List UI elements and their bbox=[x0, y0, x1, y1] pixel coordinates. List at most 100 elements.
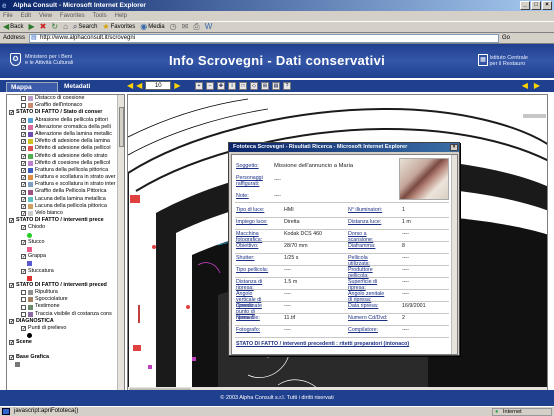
layer-checkbox[interactable]: ✓ bbox=[21, 326, 26, 332]
popup-titlebar[interactable]: Fototeca Scrovegni - Risultati Ricerca -… bbox=[229, 143, 459, 152]
layer-row[interactable]: ✓ Lacuna della lamina metallica bbox=[7, 196, 124, 203]
refresh-button[interactable]: ↻ bbox=[51, 23, 58, 31]
minimize-icon[interactable]: _ bbox=[520, 1, 530, 10]
popup-scrollbar[interactable] bbox=[451, 155, 457, 354]
full-extent-icon[interactable]: □ bbox=[239, 82, 247, 90]
layer-row[interactable] bbox=[7, 246, 124, 253]
layer-checkbox[interactable] bbox=[21, 103, 26, 109]
back-button[interactable]: ◀ Back bbox=[3, 23, 24, 31]
layer-checkbox[interactable]: ✓ bbox=[9, 110, 14, 116]
layer-checkbox[interactable]: ✓ bbox=[21, 203, 26, 209]
pan-icon[interactable]: ✥ bbox=[217, 82, 225, 90]
help-icon[interactable]: ? bbox=[283, 82, 291, 90]
print-map-icon[interactable]: ▤ bbox=[272, 82, 280, 90]
layer-row[interactable] bbox=[7, 275, 124, 282]
mail-button[interactable]: ✉ bbox=[182, 23, 189, 31]
layer-row[interactable] bbox=[7, 347, 124, 354]
zoom-out-icon[interactable]: − bbox=[206, 82, 214, 90]
layer-checkbox[interactable] bbox=[21, 297, 26, 303]
layer-row[interactable]: ✓ Frattura e scollatura in strato inter bbox=[7, 181, 124, 188]
home-button[interactable]: ⌂ bbox=[63, 23, 68, 31]
tab-mappa[interactable]: Mappa bbox=[6, 82, 58, 92]
zoom-in-icon[interactable]: + bbox=[195, 82, 203, 90]
history-button[interactable]: ◷ bbox=[170, 23, 177, 31]
layer-list-scrollbar[interactable] bbox=[117, 95, 124, 399]
layer-row[interactable]: Graffio dell'intonaco bbox=[7, 102, 124, 109]
layer-row[interactable]: ✓ Lacuna della pellicola pittorica bbox=[7, 203, 124, 210]
layer-checkbox[interactable]: ✓ bbox=[9, 340, 14, 346]
menu-help[interactable]: Help bbox=[115, 11, 127, 21]
layer-row[interactable]: ✓ Grappa bbox=[7, 253, 124, 260]
layer-checkbox[interactable]: ✓ bbox=[21, 196, 26, 202]
layer-row[interactable]: ✓ Frattura della pellicola pittorica bbox=[7, 167, 124, 174]
popup-close-icon[interactable]: × bbox=[450, 144, 458, 151]
layer-row[interactable]: ✓ Stucco bbox=[7, 239, 124, 246]
layer-checkbox[interactable]: ✓ bbox=[21, 167, 26, 173]
favorites-button[interactable]: ★ Favorites bbox=[102, 23, 135, 31]
next-page-icon[interactable]: ▶ bbox=[174, 81, 180, 90]
first-page-icon[interactable]: ◀ bbox=[127, 81, 133, 90]
layer-row[interactable]: ✓ STATO DI FATTO / interventi prece bbox=[7, 217, 124, 224]
media-button[interactable]: ◉ Media bbox=[140, 23, 164, 31]
layer-row[interactable]: ✓ Alterazione della lamina metallic bbox=[7, 131, 124, 138]
layer-row[interactable]: ✓ Abrasione della pellicola pittori bbox=[7, 117, 124, 124]
menu-tools[interactable]: Tools bbox=[93, 11, 107, 21]
layer-row[interactable]: Ripulitura bbox=[7, 289, 124, 296]
layer-row[interactable]: ✓ STATO DI FATTO / Stato di conser bbox=[7, 109, 124, 116]
layer-row[interactable]: ✓ Graffio della Pellicola Pittorica bbox=[7, 188, 124, 195]
close-icon[interactable]: × bbox=[542, 1, 552, 10]
maximize-icon[interactable]: □ bbox=[531, 1, 541, 10]
layer-checkbox[interactable]: ✓ bbox=[21, 124, 26, 130]
layer-checkbox[interactable]: ✓ bbox=[21, 160, 26, 166]
layer-row[interactable]: ✓ Difetto di adesione dello strato bbox=[7, 153, 124, 160]
menu-file[interactable]: File bbox=[3, 11, 13, 21]
prev-page-icon[interactable]: ◀ bbox=[136, 81, 142, 90]
menu-favorites[interactable]: Favorites bbox=[60, 11, 85, 21]
layer-checkbox[interactable] bbox=[21, 290, 26, 296]
layer-row[interactable]: Sgocciolature bbox=[7, 296, 124, 303]
layer-row[interactable]: ✓ Stuccatura bbox=[7, 268, 124, 275]
layer-row[interactable]: ✓ Punti di prelievo bbox=[7, 325, 124, 332]
layer-row[interactable] bbox=[7, 260, 124, 267]
forward-button[interactable]: ▶ bbox=[29, 23, 35, 31]
layer-row[interactable] bbox=[7, 232, 124, 239]
layer-row[interactable]: ✓ STATO DI FATTO / interventi preced bbox=[7, 282, 124, 289]
layer-row[interactable]: ✓ Alterazione cromatica della pelli bbox=[7, 124, 124, 131]
pan-right-icon[interactable]: ▶ bbox=[534, 81, 540, 90]
layer-checkbox[interactable]: ✓ bbox=[9, 282, 14, 288]
edit-button[interactable]: W bbox=[205, 23, 213, 31]
print-button[interactable]: ⎙ bbox=[193, 23, 199, 31]
layer-checkbox[interactable]: ✓ bbox=[21, 153, 26, 159]
layer-checkbox[interactable]: ✓ bbox=[21, 132, 26, 138]
go-button[interactable]: Go bbox=[502, 35, 510, 41]
window-titlebar[interactable]: e Alpha Consult - Microsoft Internet Exp… bbox=[0, 0, 554, 11]
layer-checkbox[interactable]: ✓ bbox=[21, 254, 26, 260]
layer-checkbox[interactable]: ✓ bbox=[21, 175, 26, 181]
layer-row[interactable]: ✓ Difetto di adesione della lamina bbox=[7, 138, 124, 145]
layer-row[interactable]: ✓ Difetto di coesione della pellicol bbox=[7, 160, 124, 167]
menu-view[interactable]: View bbox=[39, 11, 52, 21]
layer-checkbox[interactable]: ✓ bbox=[21, 225, 26, 231]
layer-checkbox[interactable] bbox=[21, 96, 26, 102]
layer-row[interactable]: ✓ Scene bbox=[7, 339, 124, 346]
stop-button[interactable]: ✖ bbox=[40, 23, 47, 31]
menu-edit[interactable]: Edit bbox=[21, 11, 31, 21]
layer-row[interactable]: Traccia visibile di costanza cons bbox=[7, 311, 124, 318]
info-icon[interactable]: i bbox=[228, 82, 236, 90]
fresco-photo-thumbnail[interactable] bbox=[399, 158, 449, 200]
search-button[interactable]: ⌕ Search bbox=[73, 23, 98, 31]
scrollbar-thumb[interactable] bbox=[119, 107, 124, 147]
layer-row[interactable]: ✓ Velo bianco bbox=[7, 210, 124, 217]
layer-checkbox[interactable]: ✓ bbox=[21, 211, 26, 217]
layer-checkbox[interactable]: ✓ bbox=[21, 146, 26, 152]
layer-row[interactable] bbox=[7, 332, 124, 339]
layer-checkbox[interactable]: ✓ bbox=[21, 182, 26, 188]
layer-checkbox[interactable]: ✓ bbox=[21, 139, 26, 145]
layer-checkbox[interactable]: ✓ bbox=[21, 268, 26, 274]
layer-row[interactable]: ✓ Chiodo bbox=[7, 224, 124, 231]
stato-di-fatto-link[interactable]: STATO DI FATTO / interventi precedenti :… bbox=[236, 341, 451, 347]
layer-checkbox[interactable]: ✓ bbox=[21, 239, 26, 245]
layer-row[interactable]: ✓ Base Grafica bbox=[7, 354, 124, 361]
address-input[interactable]: ▤ http://www.alphaconsult.it/scrovegni bbox=[29, 33, 500, 43]
tab-metadati[interactable]: Metadati bbox=[60, 82, 120, 92]
